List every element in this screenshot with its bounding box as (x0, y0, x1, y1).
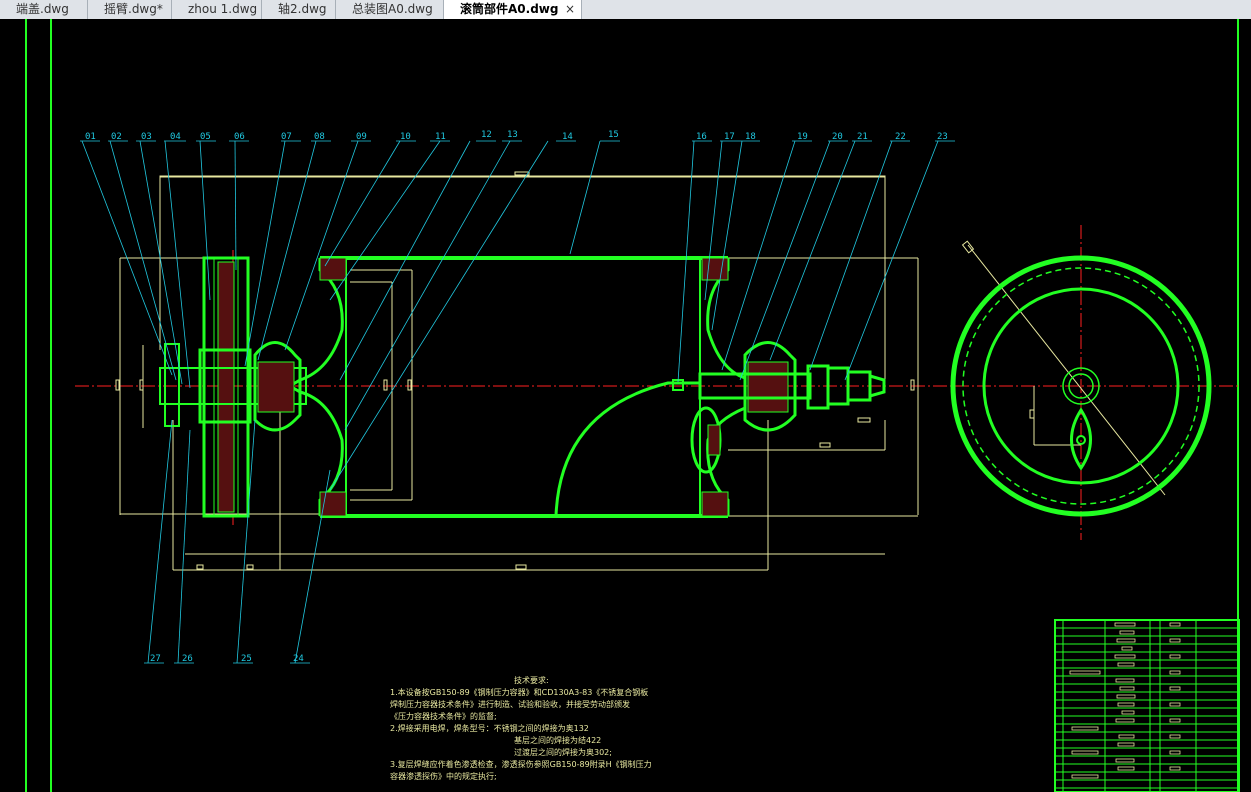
part-label: 13 (507, 130, 518, 140)
tab-zongzhuangtu[interactable]: 总装图A0.dwg (336, 0, 444, 19)
part-label: 26 (182, 654, 193, 664)
document-tab-bar: 端盖.dwg 摇臂.dwg* zhou 1.dwg 轴2.dwg 总装图A0.d… (0, 0, 1251, 20)
tab-label: 轴2.dwg (278, 2, 327, 16)
part-label: 08 (314, 132, 325, 142)
notes-line: 焊制压力容器技术条件》进行制造、试验和验收，并接受劳动部颁发 (390, 700, 630, 709)
part-label: 10 (400, 132, 411, 142)
part-label: 21 (857, 132, 868, 142)
part-label: 09 (356, 132, 367, 142)
title-block (1054, 619, 1240, 792)
notes-line: 2.焊接采用电焊，焊条型号：不锈钢之间的焊接为奥132 (390, 724, 589, 733)
roller-drum (289, 256, 746, 518)
technical-requirements: 技术要求: 1.本设备按GB150-89《钢制压力容器》和CD130A3-83《… (390, 675, 720, 783)
leader-lines (80, 140, 955, 664)
notes-line: 3.复层焊缝应作着色渗透检查，渗透探伤参照GB150-89附录H《钢制压力 (390, 760, 652, 769)
notes-line: 容器渗透探伤》中的规定执行; (390, 772, 497, 781)
left-wheel (159, 256, 307, 518)
tab-label: 摇臂.dwg* (104, 2, 163, 16)
tab-label: 总装图A0.dwg (352, 2, 433, 16)
part-label: 14 (562, 132, 573, 142)
part-label: 27 (150, 654, 161, 664)
part-label: 05 (200, 132, 211, 142)
part-label: 06 (234, 132, 245, 142)
part-label: 22 (895, 132, 906, 142)
part-label: 23 (937, 132, 948, 142)
close-tab-icon[interactable]: × (565, 0, 575, 19)
part-label: 24 (293, 654, 304, 664)
part-label: 25 (241, 654, 252, 664)
tab-label: zhou 1.dwg (188, 2, 258, 16)
tab-label: 滚筒部件A0.dwg (460, 2, 559, 16)
tab-duangai[interactable]: 端盖.dwg (0, 0, 88, 19)
drawing-canvas[interactable]: 01 02 03 04 05 06 07 08 09 10 11 12 13 1… (0, 19, 1251, 792)
notes-line: 过渡层之间的焊接为奥302; (514, 748, 612, 757)
part-label: 18 (745, 132, 756, 142)
part-label: 11 (435, 132, 446, 142)
part-label: 01 (85, 132, 96, 142)
notes-title: 技术要求: (514, 676, 549, 685)
notes-line: 基层之间的焊接为结422 (514, 736, 602, 745)
tab-zhou1[interactable]: zhou 1.dwg (172, 0, 262, 19)
notes-line: 1.本设备按GB150-89《钢制压力容器》和CD130A3-83《不锈复合钢板 (390, 688, 649, 697)
part-label: 03 (141, 132, 152, 142)
part-label: 15 (608, 130, 619, 140)
part-label: 07 (281, 132, 292, 142)
part-label: 17 (724, 132, 735, 142)
tab-label: 端盖.dwg (16, 2, 69, 16)
tab-guntong-active[interactable]: 滚筒部件A0.dwg × (444, 0, 582, 20)
part-label: 16 (696, 132, 707, 142)
tab-zhou2[interactable]: 轴2.dwg (262, 0, 336, 19)
part-label: 04 (170, 132, 181, 142)
part-label: 12 (481, 130, 492, 140)
tab-yaobi[interactable]: 摇臂.dwg* (88, 0, 172, 19)
right-shaft (690, 341, 886, 474)
part-label: 02 (111, 132, 122, 142)
part-label: 20 (832, 132, 843, 142)
notes-line: 《压力容器技术条件》的监督; (390, 712, 497, 721)
part-label: 19 (797, 132, 808, 142)
